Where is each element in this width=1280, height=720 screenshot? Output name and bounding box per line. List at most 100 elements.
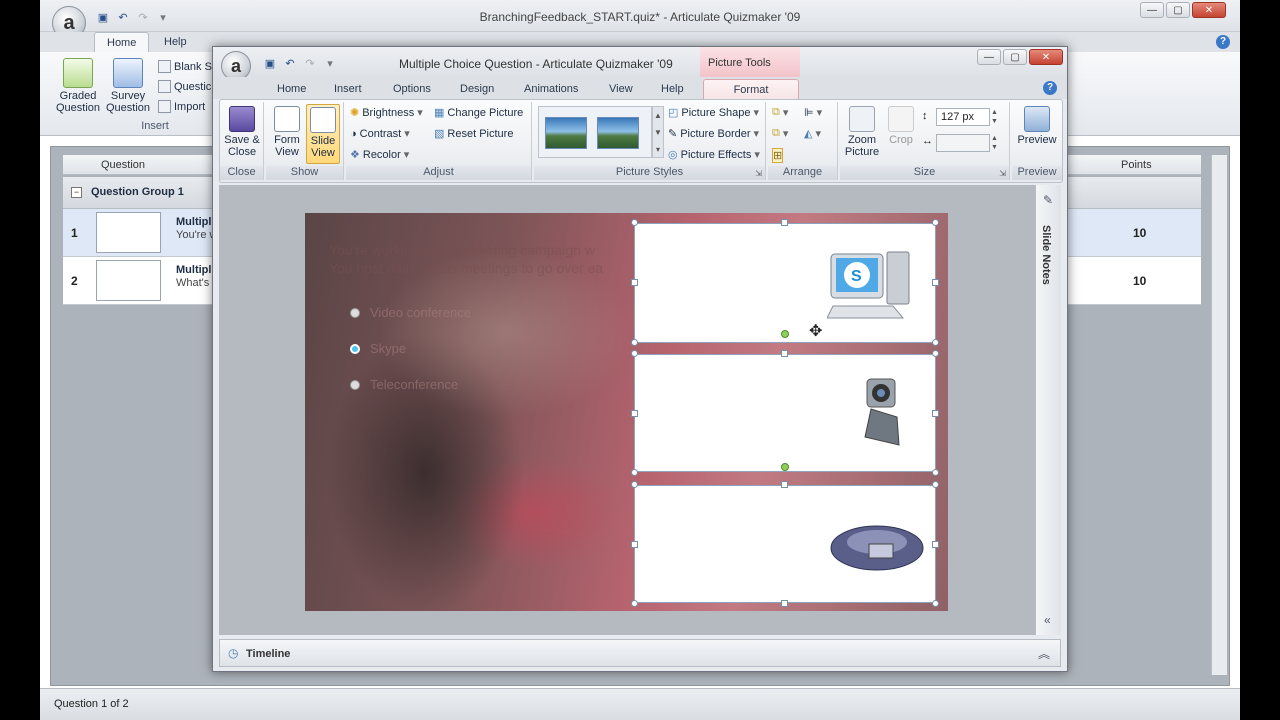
- rotation-handle[interactable]: [781, 463, 789, 471]
- help-icon[interactable]: ?: [1216, 35, 1230, 49]
- blank-slide-button[interactable]: Blank S: [158, 60, 212, 73]
- zoom-picture-button[interactable]: Zoom Picture: [842, 106, 882, 158]
- picture-conference-phone[interactable]: [634, 485, 936, 603]
- qat-customize-icon[interactable]: ▾: [323, 56, 337, 70]
- tab-options[interactable]: Options: [381, 79, 443, 99]
- contrast-button[interactable]: ◑ Contrast ▾: [350, 127, 410, 141]
- crop-button[interactable]: Crop: [884, 106, 918, 146]
- slide-view-button[interactable]: Slide View: [306, 104, 340, 164]
- tab-home[interactable]: Home: [265, 79, 318, 99]
- resize-handle[interactable]: [781, 219, 788, 226]
- resize-handle[interactable]: [781, 350, 788, 357]
- minimize-button[interactable]: —: [1140, 2, 1164, 18]
- list-scrollbar[interactable]: [1211, 155, 1227, 675]
- answer-choice[interactable]: Skype: [350, 341, 406, 356]
- tab-animations[interactable]: Animations: [512, 79, 590, 99]
- dialog-launcher-icon[interactable]: ⇲: [755, 169, 762, 178]
- picture-border-button[interactable]: ✎ Picture Border ▾: [668, 127, 759, 141]
- change-picture-button[interactable]: ▦ Change Picture: [434, 106, 523, 120]
- expand-notes-icon[interactable]: «: [1044, 613, 1051, 627]
- bring-forward-button[interactable]: ⧉ ▾: [772, 106, 788, 119]
- tab-design[interactable]: Design: [448, 79, 506, 99]
- radio-icon[interactable]: [350, 343, 360, 354]
- resize-handle[interactable]: [932, 350, 939, 357]
- gallery-scroll-arrows[interactable]: ▲ ▼ ▾: [652, 106, 664, 158]
- picture-styles-gallery[interactable]: [538, 106, 652, 158]
- width-spinner[interactable]: ▲ ▼: [991, 134, 998, 152]
- collapse-icon[interactable]: −: [71, 187, 82, 198]
- tab-help[interactable]: Help: [649, 79, 696, 99]
- resize-handle[interactable]: [631, 600, 638, 607]
- tab-home[interactable]: Home: [94, 32, 150, 52]
- tab-help[interactable]: Help: [152, 32, 199, 52]
- height-spinner[interactable]: ▲ ▼: [991, 108, 998, 126]
- expand-timeline-icon[interactable]: ︽: [1038, 645, 1050, 662]
- picture-style-thumbnail[interactable]: [597, 117, 639, 149]
- picture-effects-button[interactable]: ◎ Picture Effects ▾: [668, 148, 760, 162]
- minimize-button[interactable]: —: [977, 49, 1001, 65]
- import-button[interactable]: Import: [158, 100, 205, 113]
- column-question[interactable]: Question: [101, 159, 145, 171]
- brightness-button[interactable]: ✺ Brightness ▾: [350, 106, 423, 120]
- graded-question-button[interactable]: Graded Question: [50, 58, 106, 114]
- resize-handle[interactable]: [631, 469, 638, 476]
- resize-handle[interactable]: [932, 410, 939, 417]
- help-icon[interactable]: ?: [1043, 81, 1057, 95]
- slide-notes-panel[interactable]: ✎ Slide Notes «: [1035, 185, 1061, 635]
- resize-handle[interactable]: [932, 279, 939, 286]
- close-button[interactable]: ✕: [1029, 49, 1063, 65]
- tab-format[interactable]: Format: [703, 79, 799, 99]
- resize-handle[interactable]: [631, 410, 638, 417]
- form-view-button[interactable]: Form View: [270, 106, 304, 158]
- resize-handle[interactable]: [631, 279, 638, 286]
- resize-handle[interactable]: [631, 339, 638, 346]
- resize-handle[interactable]: [631, 481, 638, 488]
- resize-handle[interactable]: [932, 541, 939, 548]
- slide-question-text[interactable]: You're working on a marketing campaign w…: [329, 241, 603, 277]
- tab-view[interactable]: View: [597, 79, 645, 99]
- picture-height-input[interactable]: 127 px: [936, 108, 990, 126]
- slide-canvas[interactable]: You're working on a marketing campaign w…: [219, 185, 1035, 635]
- dialog-launcher-icon[interactable]: ⇲: [999, 169, 1006, 178]
- preview-button[interactable]: Preview: [1016, 106, 1058, 146]
- resize-handle[interactable]: [781, 600, 788, 607]
- survey-question-button[interactable]: Survey Question: [102, 58, 154, 114]
- radio-icon[interactable]: [350, 307, 360, 318]
- close-button[interactable]: ✕: [1192, 2, 1226, 18]
- resize-handle[interactable]: [631, 350, 638, 357]
- resize-handle[interactable]: [932, 219, 939, 226]
- resize-handle[interactable]: [781, 481, 788, 488]
- resize-handle[interactable]: [932, 481, 939, 488]
- answer-choice[interactable]: Video conference: [350, 305, 471, 320]
- resize-handle[interactable]: [932, 339, 939, 346]
- picture-webcam[interactable]: [634, 354, 936, 472]
- resize-handle[interactable]: [631, 219, 638, 226]
- column-points[interactable]: Points: [1121, 159, 1152, 171]
- picture-skype-computer[interactable]: S: [634, 223, 936, 343]
- reset-picture-button[interactable]: ▧ Reset Picture: [434, 127, 513, 141]
- save-close-button[interactable]: Save & Close: [222, 106, 262, 158]
- group-button[interactable]: ⊞: [772, 148, 784, 163]
- tab-insert[interactable]: Insert: [322, 79, 374, 99]
- undo-icon[interactable]: ↶: [283, 56, 297, 70]
- maximize-button[interactable]: ▢: [1003, 49, 1027, 65]
- question-bank-button[interactable]: Questic: [158, 80, 211, 93]
- align-button[interactable]: ⊫ ▾: [804, 106, 822, 119]
- slide[interactable]: You're working on a marketing campaign w…: [305, 213, 948, 611]
- answer-choice[interactable]: Teleconference: [350, 377, 458, 392]
- recolor-button[interactable]: ❖ Recolor ▾: [350, 148, 409, 162]
- send-backward-button[interactable]: ⧉ ▾: [772, 127, 788, 140]
- save-icon[interactable]: ▣: [263, 56, 277, 70]
- resize-handle[interactable]: [631, 541, 638, 548]
- picture-style-thumbnail[interactable]: [545, 117, 587, 149]
- resize-handle[interactable]: [932, 469, 939, 476]
- resize-handle[interactable]: [932, 600, 939, 607]
- radio-icon[interactable]: [350, 379, 360, 390]
- timeline-panel[interactable]: ◷ Timeline ︽: [219, 639, 1061, 667]
- maximize-button[interactable]: ▢: [1166, 2, 1190, 18]
- picture-shape-button[interactable]: ◰ Picture Shape ▾: [668, 106, 759, 120]
- redo-icon[interactable]: ↷: [303, 56, 317, 70]
- rotate-button[interactable]: ◭ ▾: [804, 127, 821, 140]
- picture-width-input[interactable]: [936, 134, 990, 152]
- rotation-handle[interactable]: [781, 330, 789, 338]
